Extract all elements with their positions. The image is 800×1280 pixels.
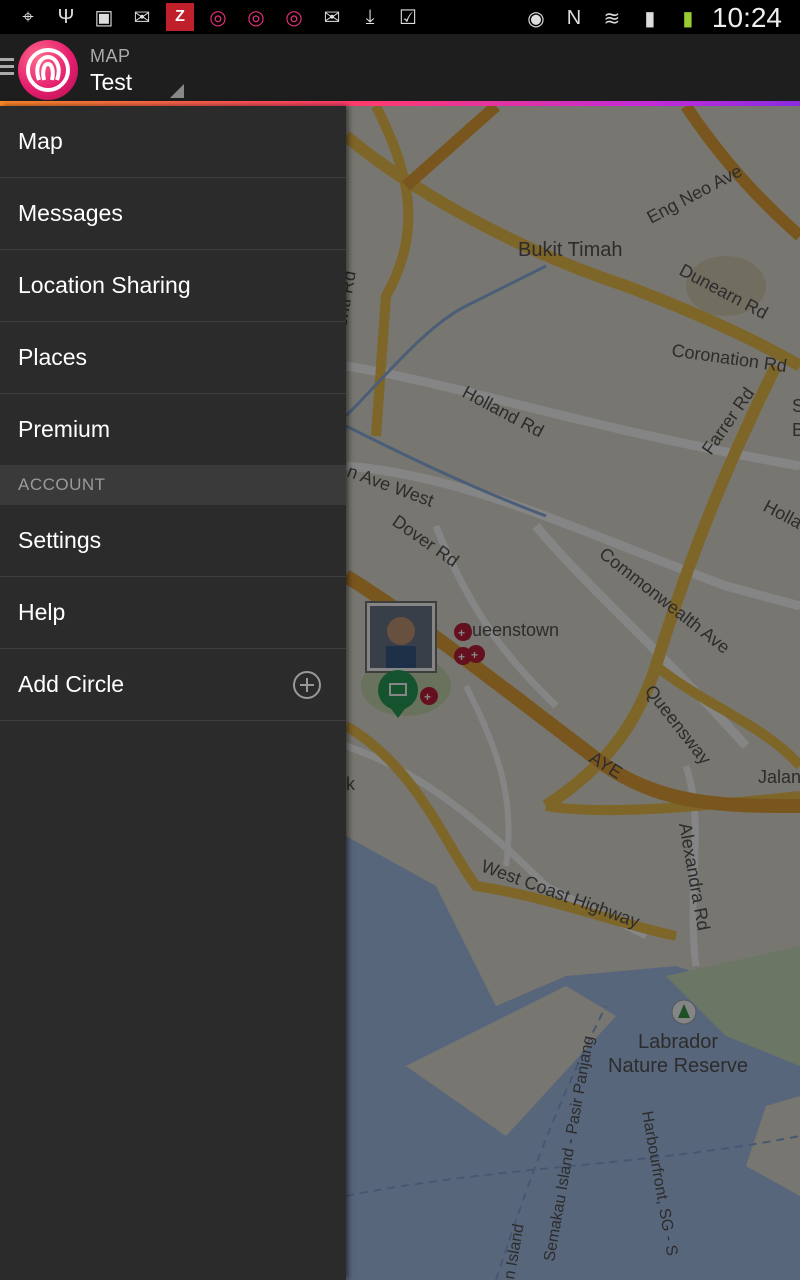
hamburger-icon[interactable] — [0, 58, 14, 78]
nav-item-label: Places — [18, 344, 88, 370]
nav-item-settings[interactable]: Settings — [0, 505, 346, 577]
nav-item-label: Messages — [18, 200, 123, 226]
email-icon: ✉ — [133, 6, 151, 29]
app-n-icon: Z — [166, 3, 194, 31]
page-subtitle: MAP — [90, 46, 131, 66]
nav-item-label: Settings — [18, 527, 102, 553]
eye-icon: ◉ — [527, 7, 545, 30]
nav-item-label: Add Circle — [18, 671, 125, 697]
nav-item-places[interactable]: Places — [0, 322, 346, 394]
nav-item-label: Premium — [18, 416, 111, 442]
nav-item-label: Help — [18, 599, 66, 625]
nav-item-messages[interactable]: Messages — [0, 178, 346, 250]
life360-icon: ◎ — [209, 6, 227, 29]
drawer-scrim-overlay[interactable] — [346, 106, 800, 1280]
download-icon: ⤓ — [365, 5, 375, 28]
battery-icon: ▮ — [682, 7, 694, 30]
map-view[interactable]: Eng Neo Ave Bukit Timah Dunearn Rd Coron… — [346, 106, 800, 1280]
nav-item-label: Map — [18, 128, 63, 154]
life360-icon: ◎ — [247, 6, 265, 29]
signal-icon: ▮ — [644, 7, 656, 30]
clipboard-check-icon: ☑ — [399, 6, 417, 29]
nav-item-label: Location Sharing — [18, 272, 191, 298]
life360-logo-button[interactable] — [18, 40, 78, 100]
navigation-drawer: Map Messages Location Sharing Places Pre… — [0, 106, 346, 1280]
nav-item-add-circle[interactable]: Add Circle — [0, 649, 346, 721]
usb-icon: Ψ — [57, 5, 75, 28]
gps-icon: ⌖ — [22, 5, 34, 28]
system-icons: ◉ N ≋ ▮ ▮ 10:24 — [522, 2, 782, 34]
nav-item-premium[interactable]: Premium — [0, 394, 346, 465]
life360-icon: ◎ — [285, 6, 303, 29]
email-icon: ✉ — [323, 6, 341, 29]
life360-logo-icon — [26, 48, 70, 92]
image-icon: ▣ — [94, 6, 114, 29]
add-circle-icon[interactable] — [292, 670, 322, 700]
nav-item-map[interactable]: Map — [0, 106, 346, 178]
clock: 10:24 — [711, 2, 782, 33]
dropdown-indicator-icon[interactable] — [170, 84, 184, 98]
nfc-icon: N — [566, 6, 582, 29]
account-section-header: ACCOUNT — [0, 465, 346, 505]
circle-name: Test — [90, 69, 133, 95]
wifi-icon: ≋ — [603, 7, 621, 30]
nav-item-location-sharing[interactable]: Location Sharing — [0, 250, 346, 322]
notification-icons: ⌖ Ψ ▣ ✉ Z ◎ ◎ ◎ ✉ ⤓ ☑ — [14, 3, 422, 31]
circle-selector[interactable]: MAP Test — [90, 46, 132, 96]
nav-item-help[interactable]: Help — [0, 577, 346, 649]
status-bar: ⌖ Ψ ▣ ✉ Z ◎ ◎ ◎ ✉ ⤓ ☑ ◉ N ≋ ▮ ▮ 10:24 — [0, 0, 800, 34]
